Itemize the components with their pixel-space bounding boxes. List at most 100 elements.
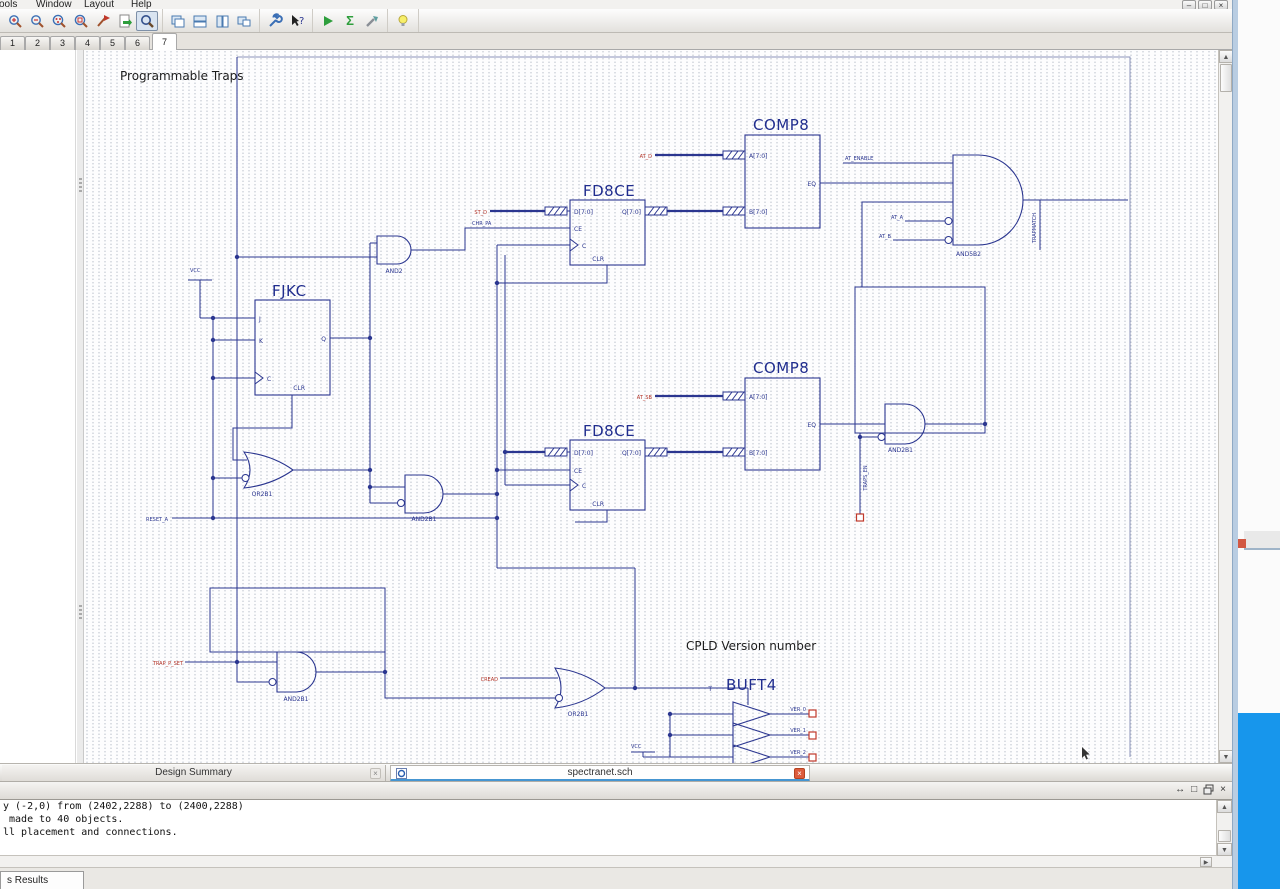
background-window-tab	[1244, 531, 1280, 550]
cascade-windows-button[interactable]	[167, 11, 189, 31]
toolbar: ? Σ	[0, 9, 1232, 33]
minimize-button[interactable]: –	[1182, 0, 1196, 9]
tile-vertical-icon	[216, 15, 229, 27]
tile-horizontal-button[interactable]	[189, 11, 211, 31]
svg-text:?: ?	[299, 16, 304, 27]
tile-vertical-button[interactable]	[211, 11, 233, 31]
ise-window: Tools Window Layout Help – □ × ?	[0, 0, 1233, 889]
menu-help[interactable]: Help	[131, 0, 152, 9]
page-tab-3[interactable]: 3	[50, 36, 75, 50]
window-arrange-group	[163, 9, 260, 32]
page-tab-5[interactable]: 5	[100, 36, 125, 50]
console-close-icon[interactable]: ×	[1220, 784, 1226, 795]
console-horizontal-scrollbar[interactable]: ▶	[0, 856, 1232, 868]
window-controls: – □ ×	[1182, 0, 1228, 9]
page-tab-7-active[interactable]: 7	[152, 33, 177, 50]
console-line: made to 40 objects.	[3, 814, 124, 825]
console-scroll-thumb[interactable]	[1218, 830, 1231, 842]
tools-group: ?	[260, 9, 313, 32]
console-line: ll placement and connections.	[3, 827, 178, 838]
goto-icon	[366, 15, 378, 27]
scroll-thumb[interactable]	[1220, 64, 1232, 92]
console-float-icon[interactable]: □	[1191, 784, 1197, 795]
page-tab-4[interactable]: 4	[75, 36, 100, 50]
summary-button[interactable]: Σ	[339, 11, 361, 31]
options-button[interactable]	[264, 11, 286, 31]
tab-design-summary-label: Design Summary	[155, 767, 232, 778]
goto-button[interactable]	[361, 11, 383, 31]
zoom-prev-button[interactable]	[92, 11, 114, 31]
sigma-icon: Σ	[346, 13, 354, 28]
canvas-vertical-scrollbar[interactable]: ▲ ▼	[1218, 50, 1233, 763]
zoom-out-button[interactable]	[26, 11, 48, 31]
wrench-icon	[269, 12, 283, 27]
close-button[interactable]: ×	[1214, 0, 1228, 9]
splitter-grip	[79, 178, 82, 192]
zoom-group	[0, 9, 163, 32]
screen: Tools Window Layout Help – □ × ?	[0, 0, 1280, 889]
play-icon	[324, 15, 333, 26]
hint-group	[388, 9, 419, 32]
page-tab-6[interactable]: 6	[125, 36, 150, 50]
run-group: Σ	[313, 9, 388, 32]
export-doc-icon	[119, 14, 132, 27]
zoom-out-icon	[31, 14, 44, 28]
restore-button[interactable]: □	[1198, 0, 1212, 9]
background-window-blue-area	[1238, 713, 1280, 889]
arrange-windows-button[interactable]	[233, 11, 255, 31]
console-dock-icon[interactable]: ↔	[1175, 784, 1185, 795]
tab-design-summary[interactable]: Design Summary ×	[2, 765, 386, 782]
console-output[interactable]: y (-2,0) from (2402,2288) to (2400,2288)…	[0, 800, 1216, 856]
scroll-up-arrow[interactable]: ▲	[1219, 50, 1233, 63]
console-scroll-up[interactable]: ▲	[1217, 800, 1232, 813]
tab-design-summary-close-icon[interactable]: ×	[370, 768, 381, 779]
schematic-file-icon	[396, 768, 407, 779]
splitter-grip	[79, 605, 82, 619]
cascade-windows-icon	[171, 15, 185, 27]
menu-layout[interactable]: Layout	[84, 0, 114, 9]
zoom-window-icon	[52, 14, 66, 28]
lightbulb-button[interactable]	[392, 11, 414, 31]
tab-spectranet-sch[interactable]: spectranet.sch ×	[390, 765, 810, 782]
console-restore-icon[interactable]	[1203, 784, 1214, 795]
zoom-full-button[interactable]	[70, 11, 92, 31]
tile-horizontal-icon	[193, 15, 207, 27]
export-doc-button[interactable]	[114, 11, 136, 31]
background-window-red-icon	[1238, 539, 1246, 548]
status-bar: s Results	[0, 868, 1232, 889]
workspace: Programmable Traps CPLD Version number C…	[0, 50, 1233, 763]
console-header: ↔ □ ×	[0, 781, 1232, 800]
console-header-icons: ↔ □ ×	[1175, 784, 1226, 795]
console-vertical-scrollbar[interactable]: ▲ ▼	[1216, 800, 1232, 856]
scroll-down-arrow[interactable]: ▼	[1219, 750, 1233, 763]
background-window	[1238, 0, 1280, 889]
zoom-in-button[interactable]	[4, 11, 26, 31]
console-line: y (-2,0) from (2402,2288) to (2400,2288)	[3, 801, 244, 812]
menu-window[interactable]: Window	[36, 0, 72, 9]
document-tab-bar: Design Summary × spectranet.sch ×	[0, 763, 1232, 782]
arrange-windows-icon	[237, 16, 251, 26]
tab-spectranet-label: spectranet.sch	[567, 767, 633, 778]
splitter[interactable]	[77, 50, 84, 763]
page-tab-2[interactable]: 2	[25, 36, 50, 50]
schematic-canvas[interactable]	[84, 50, 1218, 763]
console-scroll-down[interactable]: ▼	[1217, 843, 1232, 856]
tab-spectranet-close-icon[interactable]: ×	[794, 768, 805, 779]
menu-bar: Tools Window Layout Help – □ ×	[0, 0, 1232, 9]
tab-results[interactable]: s Results	[0, 871, 84, 889]
lightbulb-icon	[398, 14, 408, 26]
help-pointer-icon: ?	[292, 14, 304, 27]
run-button[interactable]	[317, 11, 339, 31]
page-tab-1[interactable]: 1	[0, 36, 25, 50]
page-tab-bar: 1 2 3 4 5 6 7	[0, 33, 1232, 50]
zoom-prev-icon	[97, 14, 110, 27]
select-zoom-button[interactable]	[136, 10, 158, 31]
menu-tools[interactable]: Tools	[0, 0, 17, 9]
context-help-button[interactable]: ?	[286, 11, 308, 31]
zoom-in-icon	[9, 14, 22, 28]
left-panel	[0, 50, 76, 763]
select-zoom-icon	[141, 14, 154, 28]
zoom-full-icon	[74, 14, 88, 28]
zoom-window-button[interactable]	[48, 11, 70, 31]
console-scroll-right[interactable]: ▶	[1200, 857, 1212, 867]
